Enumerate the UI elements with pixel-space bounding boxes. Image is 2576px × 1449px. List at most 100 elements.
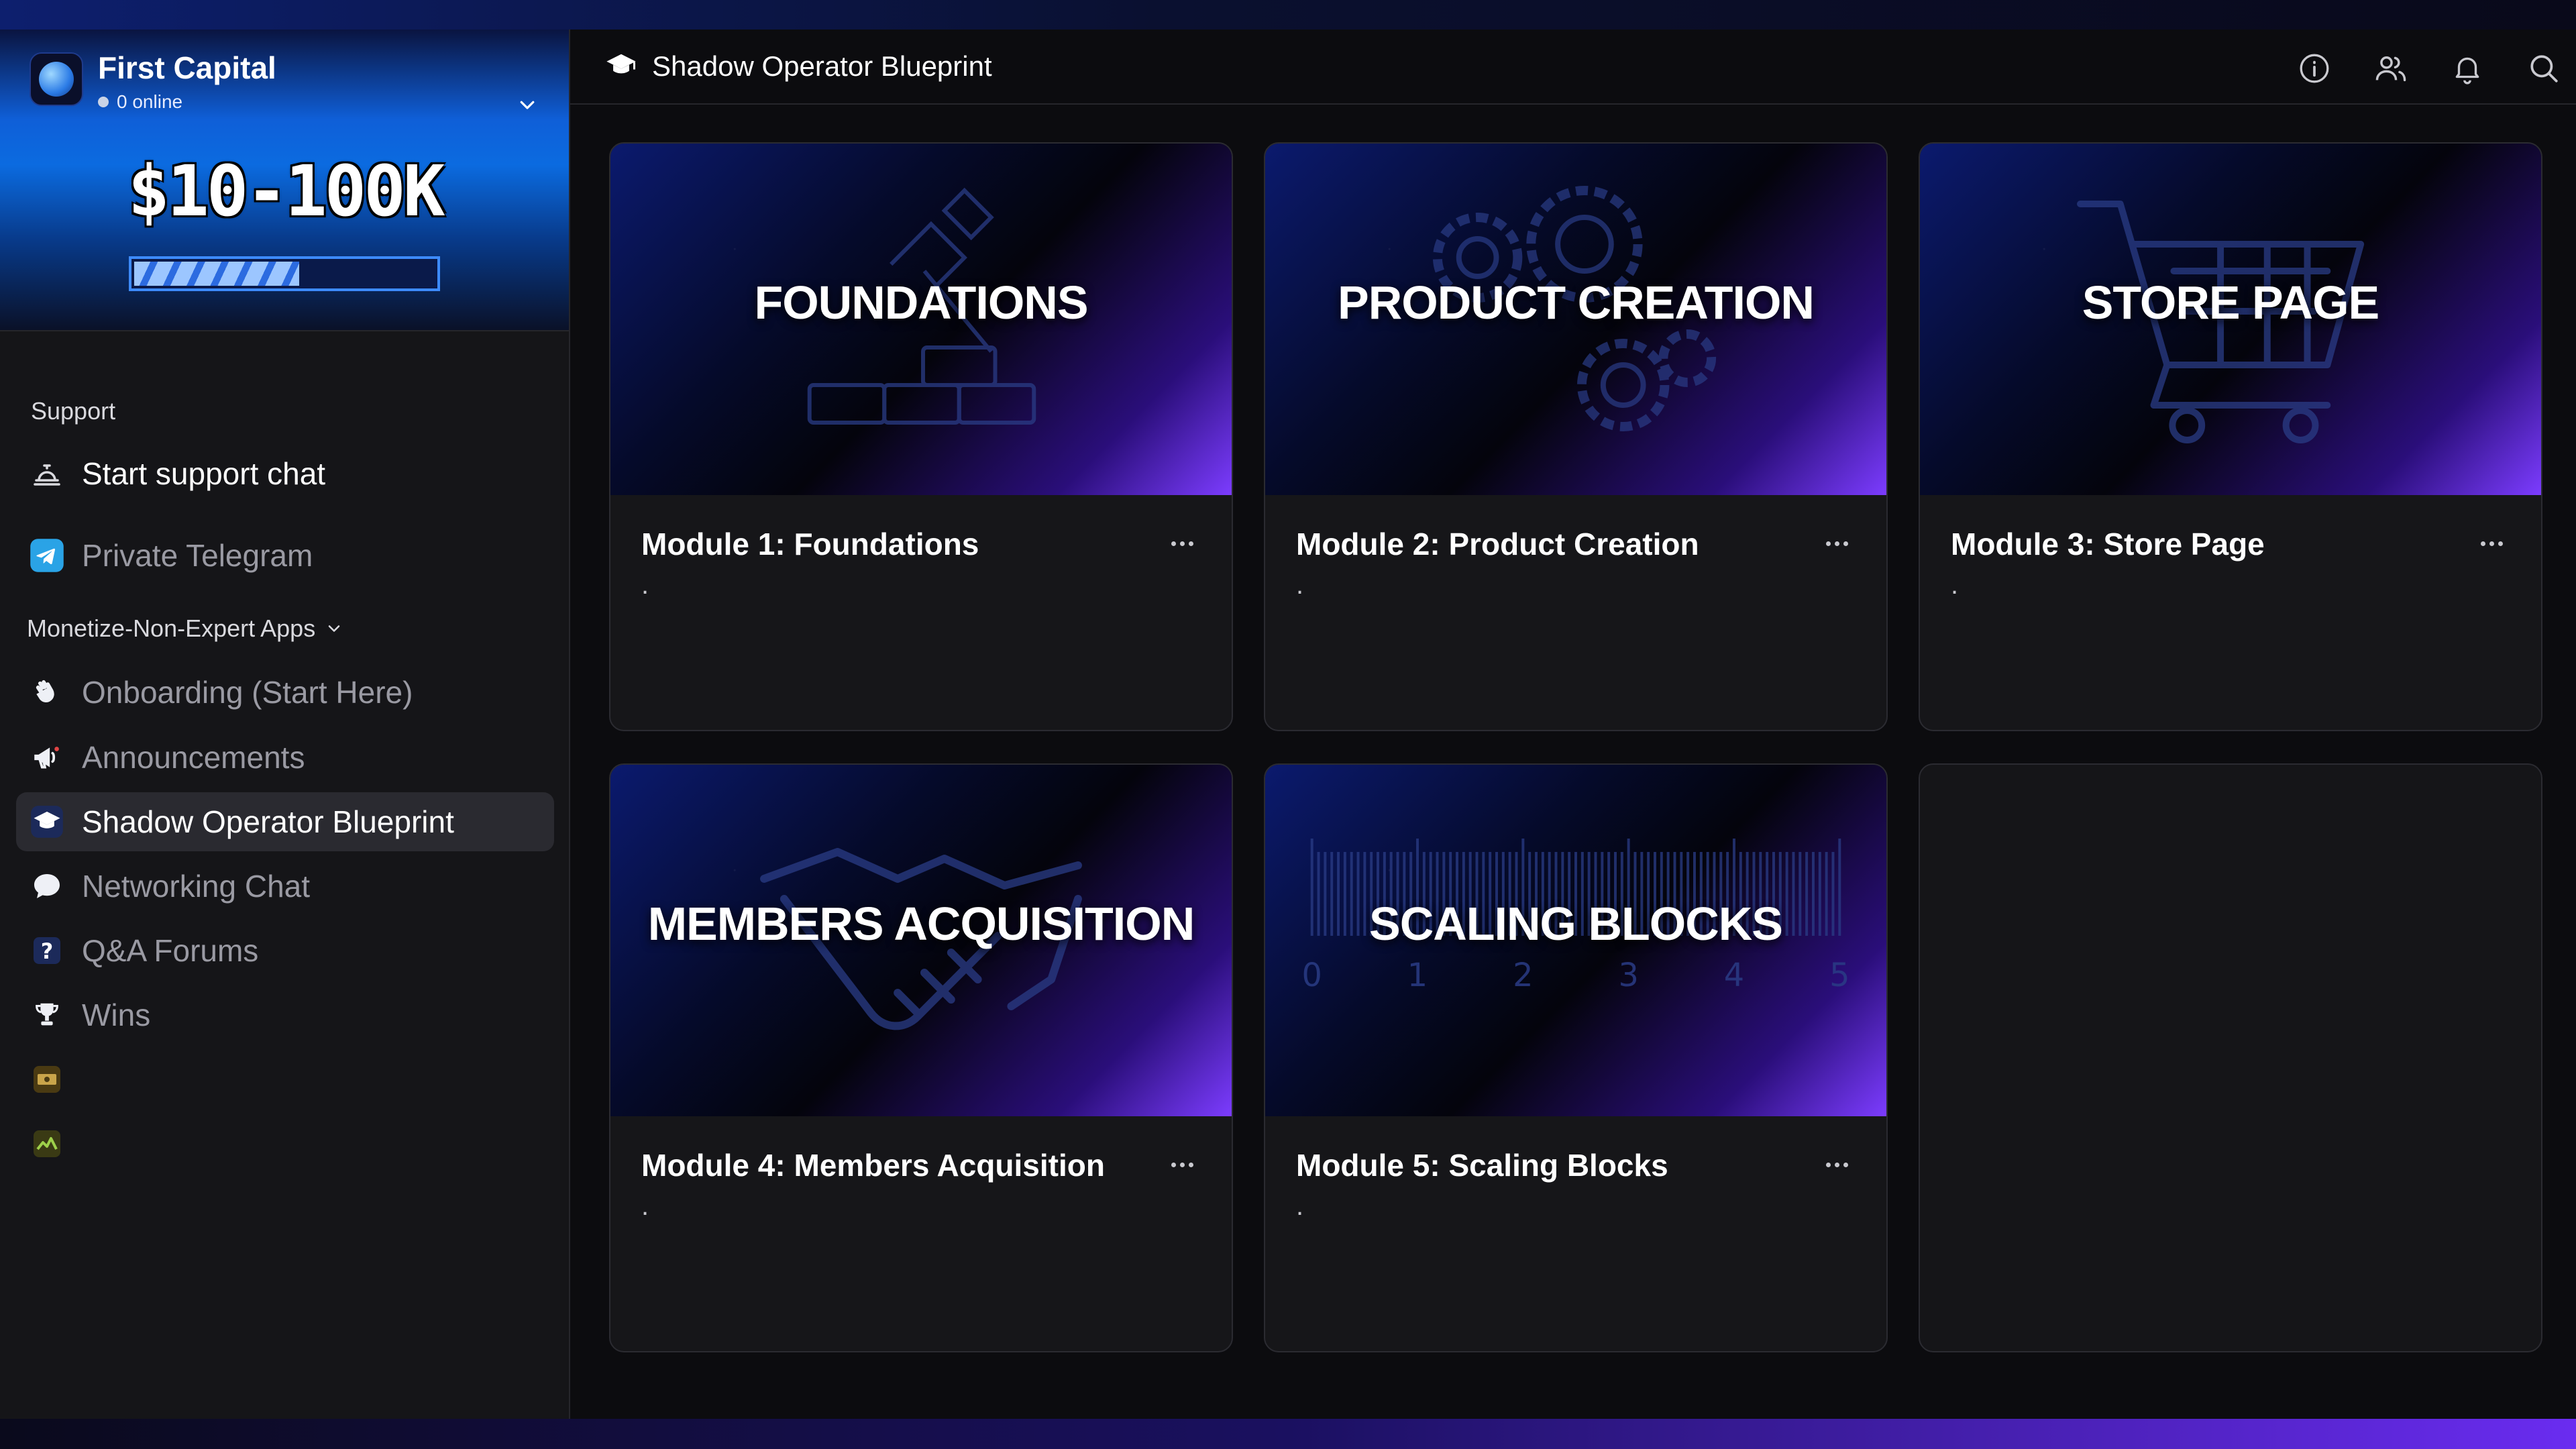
app-shell: First Capital 0 online $10-100K Support …	[0, 30, 2576, 1419]
chevron-down-icon	[520, 101, 535, 109]
sidebar-item-label: Networking Chat	[82, 869, 311, 904]
dot-icon	[1188, 541, 1193, 546]
trophy-icon	[28, 996, 66, 1034]
dot-icon	[1188, 1162, 1193, 1167]
group-header-monetize[interactable]: Monetize-Non-Expert Apps	[27, 614, 343, 643]
sidebar-item-announcements[interactable]: Announcements	[16, 728, 554, 787]
sidebar-item-private-telegram[interactable]: Private Telegram	[16, 526, 554, 585]
workspace-name[interactable]: First Capital	[98, 50, 276, 86]
globe-icon	[39, 62, 74, 97]
sidebar-item-wins[interactable]: Wins	[16, 985, 554, 1044]
members-button[interactable]	[2372, 50, 2410, 87]
module-card-2[interactable]: PRODUCT CREATION Module 2: Product Creat…	[1264, 142, 1888, 731]
sidebar-item-networking-chat[interactable]: Networking Chat	[16, 857, 554, 916]
dot-icon	[1171, 541, 1176, 546]
group-header-label: Monetize-Non-Expert Apps	[27, 614, 316, 642]
chat-bubble-icon	[28, 867, 66, 905]
start-support-chat-label: Start support chat	[82, 456, 326, 491]
graduation-cap-icon	[28, 803, 66, 841]
module-thumbnail: PRODUCT CREATION	[1265, 144, 1886, 495]
empty-card-placeholder	[1919, 763, 2542, 1352]
online-dot-icon	[98, 97, 109, 107]
page-title: Shadow Operator Blueprint	[652, 50, 992, 82]
module-card-4[interactable]: MEMBERS ACQUISITION Module 4: Members Ac…	[609, 763, 1233, 1352]
sidebar-item-label: Wins	[82, 998, 151, 1032]
module-card-3[interactable]: STORE PAGE Module 3: Store Page .	[1919, 142, 2542, 731]
sidebar-item-onboarding[interactable]: Onboarding (Start Here)	[16, 663, 554, 722]
search-icon	[2530, 55, 2558, 83]
dot-icon	[1825, 1162, 1831, 1167]
workspace-avatar[interactable]	[30, 52, 83, 106]
main-content: Shadow Operator Blueprint FOUNDATIONS Mo…	[570, 30, 2576, 1419]
module-thumbnail-title: PRODUCT CREATION	[1338, 276, 1815, 329]
dot-icon	[1171, 1162, 1176, 1167]
top-gradient-strip	[0, 0, 2576, 30]
module-description: .	[641, 570, 649, 600]
start-support-chat-button[interactable]: Start support chat	[16, 444, 554, 503]
chart-badge-icon	[28, 1125, 66, 1163]
more-options-button[interactable]	[2473, 530, 2510, 557]
module-thumbnail: STORE PAGE	[1920, 144, 2541, 495]
online-status: 0 online	[98, 91, 182, 113]
members-icon	[2375, 56, 2406, 82]
ruler-tick-label: 0	[1301, 957, 1322, 994]
sidebar-item-label: Q&A Forums	[82, 933, 259, 968]
module-title[interactable]: Module 5: Scaling Blocks	[1296, 1147, 1668, 1183]
header-actions	[2296, 50, 2563, 87]
ruler-tick-label: 2	[1513, 957, 1533, 994]
ruler-tick-label: 5	[1829, 957, 1849, 994]
dot-icon	[1843, 541, 1848, 546]
dot-icon	[1834, 1162, 1839, 1167]
online-count: 0 online	[117, 91, 183, 112]
more-options-button[interactable]	[1818, 530, 1856, 557]
bell-icon	[2455, 57, 2479, 85]
sidebar-item-unlabeled-1[interactable]	[16, 1050, 554, 1109]
dot-icon	[1843, 1162, 1848, 1167]
module-card-1[interactable]: FOUNDATIONS Module 1: Foundations .	[609, 142, 1233, 731]
page-header: Shadow Operator Blueprint	[570, 30, 2576, 105]
megaphone-icon	[28, 739, 66, 776]
module-card-5[interactable]: 0 1 2 3 4 5 SCALING BLOCKS Module 5: Scaling …	[1264, 763, 1888, 1352]
module-title[interactable]: Module 1: Foundations	[641, 526, 979, 562]
ruler-tick-label: 4	[1724, 957, 1744, 994]
sidebar-item-shadow-operator-blueprint[interactable]: Shadow Operator Blueprint	[16, 792, 554, 851]
module-thumbnail-title: FOUNDATIONS	[754, 276, 1088, 329]
banner-progress-bar	[129, 256, 440, 291]
dot-icon	[2498, 541, 2503, 546]
search-button[interactable]	[2525, 50, 2563, 87]
module-thumbnail-title: MEMBERS ACQUISITION	[647, 898, 1195, 950]
dot-icon	[1834, 541, 1839, 546]
ruler-tick-label: 1	[1407, 957, 1428, 994]
module-title[interactable]: Module 3: Store Page	[1951, 526, 2265, 562]
banner-price-text: $10-100K	[127, 150, 445, 232]
module-description: .	[1296, 1191, 1304, 1221]
module-thumbnail: MEMBERS ACQUISITION	[610, 765, 1232, 1116]
private-telegram-label: Private Telegram	[82, 538, 313, 573]
module-thumbnail-title: SCALING BLOCKS	[1369, 898, 1783, 950]
support-section-label: Support	[31, 397, 116, 425]
info-button[interactable]	[2296, 50, 2333, 87]
info-icon	[2300, 54, 2329, 83]
sidebar-item-label: Announcements	[82, 740, 305, 775]
module-title[interactable]: Module 4: Members Acquisition	[641, 1147, 1105, 1183]
dot-icon	[2489, 541, 2494, 546]
svg-text:?: ?	[41, 938, 54, 964]
telegram-icon	[28, 537, 66, 574]
module-thumbnail: 0 1 2 3 4 5 SCALING BLOCKS	[1265, 765, 1886, 1116]
more-options-button[interactable]	[1818, 1151, 1856, 1178]
workspace-menu-button[interactable]	[511, 89, 543, 121]
notifications-button[interactable]	[2449, 50, 2486, 87]
ruler-tick-label: 3	[1618, 957, 1638, 994]
module-description: .	[1296, 570, 1304, 600]
sidebar: First Capital 0 online $10-100K Support …	[0, 30, 570, 1419]
module-thumbnail-title: STORE PAGE	[2082, 276, 2380, 329]
banner-progress-fill	[134, 262, 300, 286]
sidebar-item-label: Onboarding (Start Here)	[82, 675, 413, 710]
workspace-banner[interactable]: First Capital 0 online $10-100K	[0, 30, 569, 331]
more-options-button[interactable]	[1163, 1151, 1201, 1178]
more-options-button[interactable]	[1163, 530, 1201, 557]
sidebar-item-unlabeled-2[interactable]	[16, 1114, 554, 1173]
concierge-bell-icon	[28, 455, 66, 492]
module-title[interactable]: Module 2: Product Creation	[1296, 526, 1699, 562]
sidebar-item-qa-forums[interactable]: ? Q&A Forums	[16, 921, 554, 980]
